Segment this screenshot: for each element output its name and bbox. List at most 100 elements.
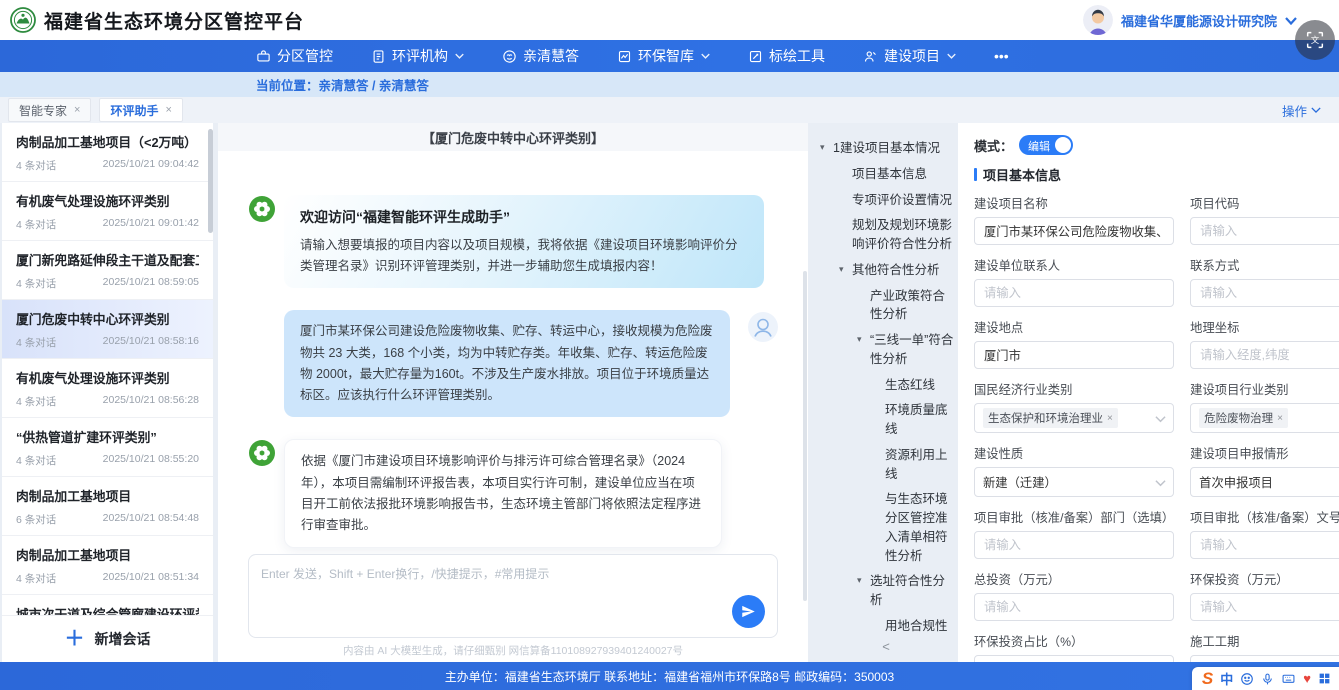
chinese-mode-icon[interactable]: 中 [1220,669,1233,688]
outline-node[interactable]: ▾1建设项目基本情况 [815,139,957,158]
outline-node[interactable]: 规划及规划环境影响评价符合性分析 [815,216,957,254]
close-icon[interactable]: × [165,104,171,116]
voice-read-icon[interactable] [748,312,778,345]
sogou-s-icon[interactable]: S [1202,669,1213,689]
conversation-meta: 4 条对话2025/10/21 09:01:42 [16,217,199,232]
drawing-tool-icon [748,49,763,64]
nav-item-3[interactable]: 亲清慧答 [502,46,579,66]
field-label: 项目审批（核准/备案）文号（选填） [1190,508,1339,526]
conversation-item[interactable]: 城市次干道及综合管廊建设环评类别4 条对话2025/10/21 08:50:13 [2,595,213,615]
mic-icon[interactable] [1261,672,1274,686]
field-label: 建设项目行业类别 [1190,380,1339,398]
outline-node[interactable]: 产业政策符合性分析 [815,287,957,325]
field-input[interactable] [974,593,1174,621]
form-field: 项目审批（核准/备案）部门（选填） [974,508,1174,559]
conversation-time: 2025/10/21 09:04:42 [103,158,199,173]
outline-node[interactable]: ▾其他符合性分析 [815,261,957,280]
field-input[interactable] [974,341,1174,369]
field-input[interactable] [1190,531,1339,559]
field-multiselect[interactable]: 生态保护和环境治理业× [974,403,1174,433]
chevron-down-icon[interactable] [1285,13,1297,28]
footer-text: 主办单位：福建省生态环境厅 联系地址：福建省福州市环保路8号 邮政编码：3500… [445,668,894,685]
heart-icon[interactable]: ♥ [1303,671,1311,686]
actions-label: 操作 [1282,101,1307,120]
user-name[interactable]: 福建省华厦能源设计研究院 [1121,11,1277,30]
nav-item-1[interactable]: 分区管控 [256,46,333,66]
edit-mode-toggle[interactable]: 编辑 [1019,135,1073,155]
nav-item-4[interactable]: 环保智库 [617,46,710,66]
conversation-title: “供热管道扩建环评类别” [16,427,199,446]
caret-down-icon[interactable]: ▾ [820,139,833,155]
chat-message-row: 依据《厦门市建设项目环境影响评价与排污许可综合管理名录》（2024年），本项目需… [218,439,808,548]
user-avatar[interactable] [1083,5,1113,35]
form-field: 施工工期 [1190,632,1339,662]
nav-item-6[interactable]: 建设项目 [863,46,956,66]
nav-item-label: ••• [994,48,1009,64]
conversation-item[interactable]: 厦门新兜路延伸段主干道及配套工程4 条对话2025/10/21 08:59:05 [2,241,213,300]
outline-node[interactable]: 生态红线 [815,376,957,395]
field-input[interactable] [1190,217,1339,245]
sidebar-scrollbar[interactable] [208,129,213,233]
field-select[interactable]: 首次申报项目 [1190,467,1339,497]
conversation-title: 肉制品加工基地项目（<2万吨） [16,132,199,151]
smiley-icon[interactable] [1240,672,1254,686]
select-value: 新建（迁建） [983,473,1057,491]
field-input[interactable] [974,279,1174,307]
field-input[interactable] [974,217,1174,245]
field-select[interactable]: 新建（迁建） [974,467,1174,497]
chat-scrollbar[interactable] [803,271,807,601]
tag-remove-icon[interactable]: × [1107,413,1113,424]
eia-org-icon [371,49,386,64]
outline-node[interactable]: 专项评价设置情况 [815,191,957,210]
nav-item-5[interactable]: 标绘工具 [748,46,825,66]
conversation-item[interactable]: 肉制品加工基地项目4 条对话2025/10/21 08:51:34 [2,536,213,595]
field-input[interactable] [1190,655,1339,662]
conversation-item[interactable]: 肉制品加工基地项目（<2万吨）4 条对话2025/10/21 09:04:42 [2,123,213,182]
caret-down-icon[interactable]: ▾ [857,331,870,347]
nav-item-label: 分区管控 [277,46,333,66]
outline-node[interactable]: 环境质量底线 [815,401,957,439]
chat-title: 【厦门危废中转中心环评类别】 [218,123,808,151]
field-input[interactable] [974,655,1174,662]
grid-icon[interactable] [1318,672,1331,685]
tab-2[interactable]: 环评助手 × [99,98,182,122]
field-input[interactable] [1190,593,1339,621]
outline-node[interactable]: 与生态环境分区管控准入清单相符性分析 [815,490,957,565]
outline-node[interactable]: ▾选址符合性分析 [815,572,957,610]
field-control [974,217,1174,245]
field-input[interactable] [974,531,1174,559]
conversation-item[interactable]: 肉制品加工基地项目6 条对话2025/10/21 08:54:48 [2,477,213,536]
outline-node[interactable]: 项目基本信息 [815,165,957,184]
outline-node[interactable]: ▾“三线一单”符合性分析 [815,331,957,369]
conversation-item[interactable]: 有机废气处理设施环评类别4 条对话2025/10/21 08:56:28 [2,359,213,418]
field-control: 危险废物治理× [1190,403,1339,433]
chat-input[interactable] [249,555,777,637]
field-input[interactable] [1190,341,1339,369]
screen-translate-icon[interactable]: 文 [1295,20,1335,60]
selected-tag: 危险废物治理× [1199,408,1288,428]
svg-text:文: 文 [1311,35,1319,45]
tag-remove-icon[interactable]: × [1277,413,1283,424]
conversation-item[interactable]: “供热管道扩建环评类别”4 条对话2025/10/21 08:55:20 [2,418,213,477]
caret-down-icon[interactable]: ▾ [839,261,852,277]
collapse-outline-button[interactable]: < [815,635,957,662]
close-icon[interactable]: × [74,104,80,116]
nav-item-7[interactable]: ••• [994,48,1009,64]
ime-toolbar[interactable]: S中 ♥ [1192,667,1339,690]
conversation-sidebar: 肉制品加工基地项目（<2万吨）4 条对话2025/10/21 09:04:42有… [2,123,213,662]
caret-down-icon[interactable]: ▾ [857,572,870,588]
actions-dropdown[interactable]: 操作 [1282,101,1321,120]
field-input[interactable] [1190,279,1339,307]
send-button[interactable] [732,595,765,628]
outline-node-label: 专项评价设置情况 [852,191,957,210]
field-multiselect[interactable]: 危险废物治理× [1190,403,1339,433]
conversation-item[interactable]: 厦门危废中转中心环评类别4 条对话2025/10/21 08:58:16 [2,300,213,359]
keyboard-icon[interactable] [1281,672,1296,685]
nav-item-2[interactable]: 环评机构 [371,46,464,66]
outline-node[interactable]: 用地合规性分析 [815,617,957,635]
conversation-item[interactable]: 有机废气处理设施环评类别4 条对话2025/10/21 09:01:42 [2,182,213,241]
tab-1[interactable]: 智能专家× [8,98,91,122]
outline-node[interactable]: 资源利用上线 [815,446,957,484]
new-conversation-button[interactable]: ＋ 新增会话 [2,615,213,662]
tab-label: 环评助手 [110,102,158,119]
